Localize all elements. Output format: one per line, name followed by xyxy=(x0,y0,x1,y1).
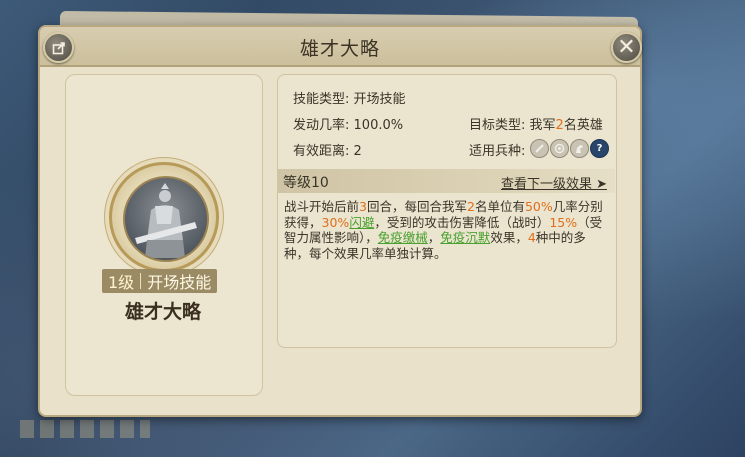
next-level-link[interactable]: 查看下一级效果 ➤ xyxy=(501,173,607,192)
troops-label: 适用兵种: xyxy=(469,144,526,159)
desc-number: 2 xyxy=(466,199,475,214)
desc-number: 50% xyxy=(524,199,553,214)
silence-immunity-link[interactable]: 免疫沉默 xyxy=(440,230,490,245)
skill-type-label: 技能类型: xyxy=(293,92,350,107)
skill-type-tag: 开场技能 xyxy=(147,273,212,292)
level-bar: 等级10 查看下一级效果 ➤ xyxy=(277,169,615,193)
target-type-prefix: 我军 xyxy=(529,118,556,133)
desc-text: 回合，每回合我军 xyxy=(366,199,467,214)
troop-help-glyph: ? xyxy=(596,143,603,154)
disarm-immunity-link[interactable]: 免疫缴械 xyxy=(378,230,428,245)
skill-name: 雄才大略 xyxy=(124,301,201,323)
skill-detail-panel: 雄才大略 ✕ 1级 开场技能 雄才大略 技能类型: 开场技能 发动几率: 100… xyxy=(38,25,642,417)
desc-text: ，受到的攻击伤害降低（战时） xyxy=(374,214,550,230)
divider xyxy=(140,273,142,289)
share-icon xyxy=(52,41,65,54)
target-type-label: 目标类型: xyxy=(469,118,526,133)
skill-rank-badge: 1级 开场技能 xyxy=(102,269,218,293)
warrior-icon xyxy=(135,183,197,258)
sword-icon[interactable] xyxy=(530,139,549,158)
target-icon[interactable] xyxy=(550,139,569,158)
panel-title: 雄才大略 xyxy=(299,38,380,60)
trigger-rate-row: 发动几率: 100.0% xyxy=(293,114,403,133)
target-type-row: 目标类型: 我军2名英雄 xyxy=(469,114,603,133)
share-button[interactable] xyxy=(43,32,74,63)
troops-row: 适用兵种: xyxy=(469,140,525,159)
desc-number: 4 xyxy=(527,230,536,245)
skill-type-row: 技能类型: 开场技能 xyxy=(293,88,406,107)
range-label: 有效距离: xyxy=(293,144,350,159)
skill-level-text: 等级10 xyxy=(283,175,329,191)
dodge-link[interactable]: 闪避 xyxy=(349,215,374,230)
trigger-rate-value: 100.0% xyxy=(353,118,404,133)
panel-header: 雄才大略 ✕ xyxy=(40,27,642,67)
desc-text: 效果， xyxy=(490,230,528,245)
desc-text: 战斗开始后前 xyxy=(284,199,360,214)
desc-text: ， xyxy=(427,230,441,245)
target-count: 2 xyxy=(555,118,564,133)
horse-icon[interactable] xyxy=(570,139,589,158)
desc-text: 名单位有 xyxy=(474,199,525,214)
close-button[interactable]: ✕ xyxy=(611,32,642,63)
range-row: 有效距离: 2 xyxy=(293,140,362,159)
skill-emblem xyxy=(109,162,219,272)
skill-description: 战斗开始后前3回合，每回合我军2名单位有50%几率分别获得，30%闪避，受到的攻… xyxy=(284,199,610,261)
background-decoration xyxy=(20,420,150,438)
trigger-rate-label: 发动几率: xyxy=(293,118,350,133)
close-icon: ✕ xyxy=(617,34,636,60)
question-icon[interactable]: ? xyxy=(590,139,609,158)
skill-level: 1级 xyxy=(108,273,135,292)
desc-number: 15% xyxy=(549,214,578,230)
skill-type-value: 开场技能 xyxy=(353,92,406,107)
general-portrait-icon xyxy=(123,176,209,262)
target-type-suffix: 名英雄 xyxy=(563,118,603,133)
range-value: 2 xyxy=(353,144,362,159)
desc-number: 3 xyxy=(359,199,367,214)
desc-number: 30% xyxy=(321,214,350,230)
